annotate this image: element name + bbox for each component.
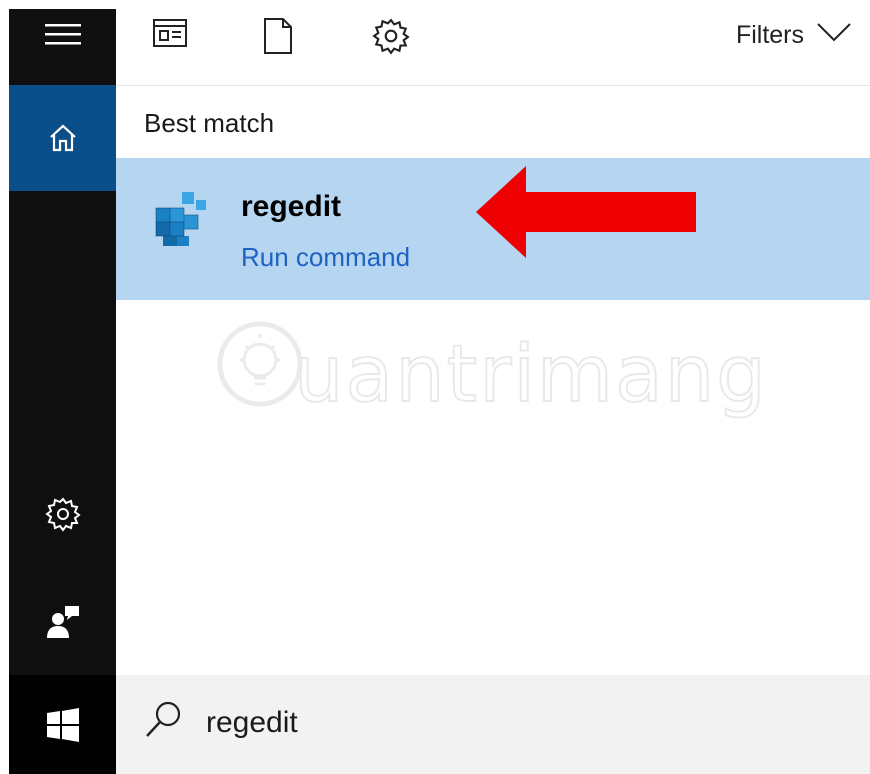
search-icon xyxy=(144,699,184,744)
red-arrow-annotation xyxy=(474,164,698,265)
filters-dropdown[interactable]: Filters xyxy=(736,17,852,53)
section-title: Best match xyxy=(144,108,275,138)
results-area: Best match regedit Run command uantriman… xyxy=(116,86,870,675)
chevron-down-icon xyxy=(816,21,852,50)
sidebar xyxy=(9,9,116,774)
search-bar xyxy=(116,675,870,774)
apps-filter-icon[interactable] xyxy=(152,17,188,54)
start-button[interactable] xyxy=(9,675,116,774)
result-title: regedit xyxy=(241,190,342,223)
hamburger-menu-button[interactable] xyxy=(9,9,116,59)
filters-label: Filters xyxy=(735,20,804,49)
registry-editor-icon xyxy=(148,184,212,255)
feedback-button[interactable] xyxy=(9,587,116,657)
best-match-result[interactable]: regedit Run command xyxy=(116,158,870,300)
home-button[interactable] xyxy=(9,85,116,191)
gear-icon xyxy=(44,496,81,532)
result-subtitle: Run command xyxy=(241,242,411,272)
search-panel: Filters Best match regedit Run command u… xyxy=(9,9,870,774)
settings-filter-icon[interactable] xyxy=(372,17,410,60)
watermark: uantrimang xyxy=(216,316,767,431)
search-input[interactable] xyxy=(204,695,828,751)
settings-button[interactable] xyxy=(9,479,116,549)
filter-bar: Filters xyxy=(116,9,870,86)
hamburger-menu-icon xyxy=(43,22,83,46)
windows-logo-icon xyxy=(45,707,81,743)
document-filter-icon[interactable] xyxy=(262,17,294,60)
watermark-text: uantrimang xyxy=(293,329,768,421)
home-icon xyxy=(47,122,79,154)
feedback-icon xyxy=(45,604,81,640)
